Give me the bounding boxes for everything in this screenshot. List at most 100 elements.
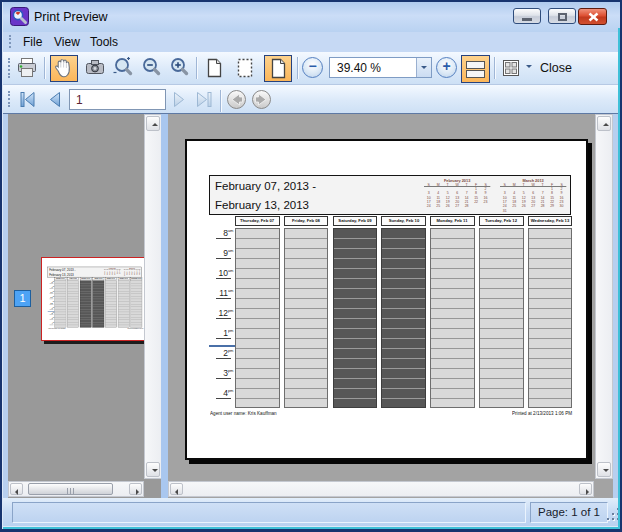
hour-label: 12pm [207,308,233,318]
scroll-left-button[interactable] [10,483,23,495]
day-column-header: Wednesday, Feb 13 [528,216,573,226]
minus-icon: − [303,58,322,75]
menu-view[interactable]: View [54,35,80,49]
snapshot-button[interactable] [82,55,108,82]
page-width-button[interactable] [232,55,258,82]
minimize-button[interactable] [513,8,541,24]
zoom-input[interactable] [331,59,415,76]
zoom-dynamic-button[interactable] [110,55,136,82]
current-time-marker [209,345,235,347]
thumbnail-panel: February 07, 2013 - February 13, 2013 Fe… [8,114,162,498]
weekend-day-column [381,228,426,408]
scroll-up-button[interactable] [597,116,611,131]
zoom-dynamic-icon [111,56,135,80]
print-button[interactable] [14,55,40,82]
mini-calendar-february: February 2013SMTWTFS12345678910111213141… [424,178,492,213]
panel-horizontal-scrollbar[interactable] [8,481,144,497]
page-dashed-icon [233,56,257,80]
scroll-down-button[interactable] [146,462,160,477]
preview-area: February 07, 2013 - February 13, 2013 Fe… [168,114,613,498]
print-preview-window: Print Preview File View Tools [0,0,622,532]
close-window-button[interactable] [578,8,607,25]
facing-pages-button[interactable] [461,55,490,83]
toolbar-grip[interactable] [8,58,11,78]
print-icon [15,56,39,80]
previous-page-button[interactable] [45,89,67,110]
facing-pages-icon [463,57,488,82]
day-column-header: Thursday, Feb 07 [235,216,280,226]
toolbar-separator [297,57,299,79]
multiple-pages-icon [499,56,523,80]
day-column [430,228,475,408]
next-page-button[interactable] [169,89,191,110]
down-arrow-icon [603,469,609,472]
whole-page-icon [266,57,290,81]
navbar-separator [220,90,222,112]
page-thumbnail[interactable]: February 07, 2013 - February 13, 2013 Fe… [41,257,148,341]
app-icon [10,7,29,26]
last-page-button[interactable] [193,89,215,110]
document-date-range: February 07, 2013 - February 13, 2013 [215,177,316,215]
hour-label: 1pm [207,328,233,338]
whole-page-button[interactable] [264,55,292,82]
panel-vertical-scrollbar[interactable] [144,114,162,479]
panel-splitter[interactable] [161,114,168,498]
day-column-header: Sunday, Feb 10 [381,216,426,226]
zoom-in-icon [167,56,191,80]
zoom-in-button[interactable] [166,55,192,82]
maximize-button[interactable] [548,8,576,24]
hour-label: 11am [207,288,233,298]
snapshot-icon [83,56,107,80]
zoom-out-button[interactable] [138,55,164,82]
menu-bar: File View Tools [3,32,619,52]
multiple-pages-dropdown-arrow[interactable] [526,65,532,71]
up-arrow-icon [603,123,609,126]
status-bar: Page: 1 of 1 [2,498,620,527]
down-arrow-icon [152,469,158,472]
scroll-left-button[interactable] [170,483,183,495]
day-column [235,228,280,408]
maximize-icon [558,13,567,21]
menubar-grip[interactable] [9,35,12,48]
hour-label: 4pm [207,388,233,398]
hour-label: 9am [207,248,233,258]
day-column-header: Monday, Feb 11 [430,216,475,226]
toolbar-separator [44,57,46,79]
weekend-day-column [333,228,378,408]
day-column [528,228,573,408]
scroll-right-button[interactable] [129,483,142,495]
actual-size-button[interactable] [201,55,227,82]
menu-file[interactable]: File [23,35,42,49]
first-page-button[interactable] [17,89,39,110]
frame-edge [0,0,622,2]
close-preview-button[interactable]: Close [540,61,572,75]
navbar-grip[interactable] [8,91,11,107]
mini-calendar-march: March 2013SMTWTFS12345678910111213141516… [500,178,568,213]
page-number-badge: 1 [14,290,31,307]
hour-label: 10am [207,268,233,278]
multiple-pages-button[interactable] [498,55,524,82]
scroll-right-button[interactable] [579,483,592,495]
zoom-dropdown-button[interactable] [416,58,431,77]
left-arrow-icon [175,489,178,495]
history-forward-button[interactable] [251,89,273,110]
pan-button[interactable] [50,55,78,82]
preview-vertical-scrollbar[interactable] [595,114,613,479]
day-column [479,228,524,408]
hour-label: 8am [207,228,233,238]
scroll-up-button[interactable] [146,116,160,131]
left-arrow-icon [15,489,18,495]
scrollbar-thumb[interactable] [28,483,113,495]
day-column-header: Friday, Feb 08 [284,216,329,226]
minimize-icon [522,18,532,21]
menu-tools[interactable]: Tools [90,35,118,49]
preview-horizontal-scrollbar[interactable] [168,481,594,497]
zoom-increase-button[interactable]: + [436,57,457,78]
page-footer-left: Agent user name: Kris Kauffman [210,411,277,416]
history-back-button[interactable] [226,89,248,110]
toolbar-separator [494,57,496,79]
page-number-input[interactable] [69,89,166,110]
scroll-down-button[interactable] [597,462,611,477]
right-arrow-icon [136,489,139,495]
zoom-decrease-button[interactable]: − [302,57,323,78]
